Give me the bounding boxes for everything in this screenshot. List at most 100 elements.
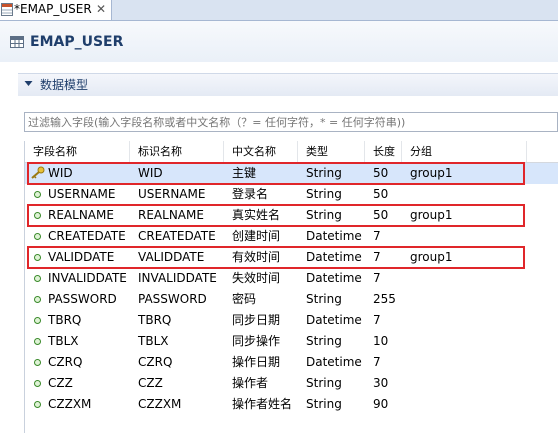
cell-id-name[interactable]: CZZ [130, 373, 224, 394]
cell-chinese-name[interactable]: 真实姓名 [224, 205, 298, 226]
tab-emap-user[interactable]: *EMAP_USER ✕ [0, 0, 112, 20]
table-row[interactable]: VALIDDATE VALIDDATE 有效时间 Datetime 7 group1 [25, 247, 558, 268]
table-row[interactable]: CZRQ CZRQ 操作日期 Datetime 7 [25, 352, 558, 373]
field-filter-input[interactable] [24, 112, 558, 132]
cell-length[interactable]: 50 [365, 184, 402, 205]
cell-type[interactable]: String [298, 163, 365, 184]
chevron-down-icon[interactable] [24, 79, 33, 88]
cell-chinese-name[interactable]: 主键 [224, 163, 298, 184]
cell-type[interactable]: Datetime [298, 310, 365, 331]
cell-chinese-name[interactable]: 同步操作 [224, 331, 298, 352]
cell-id-name[interactable]: TBRQ [130, 310, 224, 331]
cell-group[interactable] [402, 352, 527, 373]
table-row[interactable]: TBLX TBLX 同步操作 String 10 [25, 331, 558, 352]
cell-chinese-name[interactable]: 操作者姓名 [224, 394, 298, 415]
column-header-field-name[interactable]: 字段名称 [25, 141, 130, 162]
cell-chinese-name[interactable]: 操作日期 [224, 352, 298, 373]
cell-id-name[interactable]: CZRQ [130, 352, 224, 373]
table-row[interactable]: WID WID 主键 String 50 group1 [25, 163, 558, 184]
column-header-chinese-name[interactable]: 中文名称 [224, 141, 298, 162]
cell-field-name[interactable]: TBRQ [25, 310, 130, 331]
cell-chinese-name[interactable]: 密码 [224, 289, 298, 310]
cell-length[interactable]: 50 [365, 205, 402, 226]
cell-chinese-name[interactable]: 有效时间 [224, 247, 298, 268]
cell-type[interactable]: String [298, 205, 365, 226]
table-row[interactable]: PASSWORD PASSWORD 密码 String 255 [25, 289, 558, 310]
cell-chinese-name[interactable]: 创建时间 [224, 226, 298, 247]
cell-type[interactable]: Datetime [298, 226, 365, 247]
cell-field-name[interactable]: CREATEDATE [25, 226, 130, 247]
cell-length[interactable]: 7 [365, 268, 402, 289]
cell-group[interactable] [402, 184, 527, 205]
cell-field-name[interactable]: CZRQ [25, 352, 130, 373]
cell-group[interactable] [402, 394, 527, 415]
field-dot-icon [34, 212, 41, 219]
field-dot-icon [34, 380, 41, 387]
column-header-group[interactable]: 分组 [402, 141, 527, 162]
table-row[interactable]: CZZ CZZ 操作者 String 30 [25, 373, 558, 394]
close-icon[interactable]: ✕ [96, 2, 106, 17]
cell-length[interactable]: 30 [365, 373, 402, 394]
cell-id-name[interactable]: CZZXM [130, 394, 224, 415]
cell-group[interactable] [402, 226, 527, 247]
cell-length[interactable]: 10 [365, 331, 402, 352]
cell-chinese-name[interactable]: 登录名 [224, 184, 298, 205]
cell-id-name[interactable]: CREATEDATE [130, 226, 224, 247]
cell-field-name[interactable]: USERNAME [25, 184, 130, 205]
table-row[interactable]: CZZXM CZZXM 操作者姓名 String 90 [25, 394, 558, 415]
table-row[interactable]: TBRQ TBRQ 同步日期 Datetime 7 [25, 310, 558, 331]
cell-text: String [306, 376, 342, 390]
cell-type[interactable]: String [298, 394, 365, 415]
cell-field-name[interactable]: REALNAME [25, 205, 130, 226]
cell-length[interactable]: 90 [365, 394, 402, 415]
cell-length[interactable]: 50 [365, 163, 402, 184]
cell-type[interactable]: Datetime [298, 247, 365, 268]
table-row[interactable]: USERNAME USERNAME 登录名 String 50 [25, 184, 558, 205]
cell-group[interactable]: group1 [402, 163, 527, 184]
cell-length[interactable]: 7 [365, 247, 402, 268]
cell-id-name[interactable]: INVALIDDATE [130, 268, 224, 289]
cell-type[interactable]: Datetime [298, 352, 365, 373]
column-header-length[interactable]: 长度 [365, 141, 402, 162]
cell-type[interactable]: Datetime [298, 268, 365, 289]
cell-length[interactable]: 255 [365, 289, 402, 310]
cell-id-name[interactable]: USERNAME [130, 184, 224, 205]
cell-type[interactable]: String [298, 289, 365, 310]
cell-length[interactable]: 7 [365, 226, 402, 247]
editor-tab-bar: *EMAP_USER ✕ [0, 0, 558, 21]
cell-group[interactable]: group1 [402, 205, 527, 226]
cell-group[interactable] [402, 331, 527, 352]
cell-type[interactable]: String [298, 373, 365, 394]
cell-field-name[interactable]: INVALIDDATE [25, 268, 130, 289]
cell-id-name[interactable]: TBLX [130, 331, 224, 352]
cell-group[interactable] [402, 310, 527, 331]
column-header-type[interactable]: 类型 [298, 141, 365, 162]
section-data-model[interactable]: 数据模型 [18, 73, 558, 96]
cell-chinese-name[interactable]: 操作者 [224, 373, 298, 394]
cell-id-name[interactable]: REALNAME [130, 205, 224, 226]
cell-group[interactable]: group1 [402, 247, 527, 268]
cell-group[interactable] [402, 268, 527, 289]
cell-text: group1 [410, 166, 453, 180]
cell-field-name[interactable]: CZZ [25, 373, 130, 394]
cell-length[interactable]: 7 [365, 352, 402, 373]
cell-field-name[interactable]: VALIDDATE [25, 247, 130, 268]
table-row[interactable]: CREATEDATE CREATEDATE 创建时间 Datetime 7 [25, 226, 558, 247]
cell-chinese-name[interactable]: 同步日期 [224, 310, 298, 331]
cell-field-name[interactable]: PASSWORD [25, 289, 130, 310]
cell-id-name[interactable]: PASSWORD [130, 289, 224, 310]
cell-length[interactable]: 7 [365, 310, 402, 331]
table-row[interactable]: INVALIDDATE INVALIDDATE 失效时间 Datetime 7 [25, 268, 558, 289]
cell-field-name[interactable]: WID [25, 163, 130, 184]
cell-field-name[interactable]: TBLX [25, 331, 130, 352]
cell-group[interactable] [402, 289, 527, 310]
cell-field-name[interactable]: CZZXM [25, 394, 130, 415]
cell-group[interactable] [402, 373, 527, 394]
table-row[interactable]: REALNAME REALNAME 真实姓名 String 50 group1 [25, 205, 558, 226]
cell-id-name[interactable]: WID [130, 163, 224, 184]
cell-type[interactable]: String [298, 184, 365, 205]
cell-chinese-name[interactable]: 失效时间 [224, 268, 298, 289]
column-header-id-name[interactable]: 标识名称 [130, 141, 224, 162]
cell-id-name[interactable]: VALIDDATE [130, 247, 224, 268]
cell-type[interactable]: String [298, 331, 365, 352]
